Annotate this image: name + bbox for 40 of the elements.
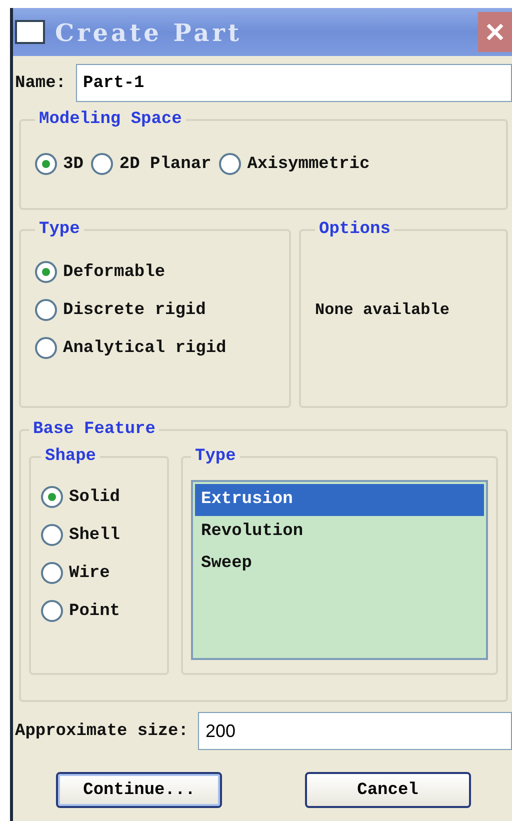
radio-option[interactable]: Solid (41, 486, 157, 508)
name-field[interactable]: Part-1 (76, 64, 512, 102)
options-text: None available (315, 301, 450, 319)
radio-option[interactable]: Deformable (35, 261, 275, 283)
close-button[interactable] (478, 12, 512, 52)
radio-option[interactable]: Analytical rigid (35, 337, 275, 359)
dialog-button[interactable]: Cancel (304, 772, 471, 808)
radio-button[interactable] (41, 524, 63, 546)
field-label: Approximate size: (15, 722, 188, 740)
window-title: Create Part (55, 18, 243, 46)
size-field[interactable]: 200 (198, 712, 512, 750)
radio-button[interactable] (35, 337, 57, 359)
group-title: Type (38, 220, 81, 239)
radio-option[interactable]: Discrete rigid (35, 299, 275, 321)
dialog-button[interactable]: Continue... (56, 772, 222, 808)
list-item[interactable]: Extrusion (195, 484, 484, 516)
radio-button[interactable] (91, 153, 114, 175)
radio-option[interactable]: Wire (41, 562, 157, 584)
radio-option[interactable]: 3D (35, 153, 84, 175)
radio-option[interactable]: Shell (41, 524, 157, 546)
group-title: Base Feature (32, 420, 156, 439)
field-label: Name: (15, 74, 66, 92)
list-item[interactable]: Sweep (195, 548, 484, 580)
close-icon (484, 21, 506, 43)
radio-button[interactable] (35, 299, 57, 321)
radio-button[interactable] (41, 562, 63, 584)
window-icon (15, 20, 45, 44)
group-title: Type (194, 447, 237, 466)
list-item[interactable]: Revolution (195, 516, 484, 548)
group-title: Shape (44, 447, 98, 466)
radio-option[interactable]: Point (41, 600, 157, 622)
radio-button[interactable] (35, 261, 57, 283)
radio-button[interactable] (41, 486, 63, 508)
radio-option[interactable]: 2D Planar (91, 153, 212, 175)
group-title: Modeling Space (38, 110, 183, 129)
radio-button[interactable] (41, 600, 63, 622)
radio-button[interactable] (35, 153, 57, 175)
group-title: Options (318, 220, 392, 239)
radio-button[interactable] (219, 153, 242, 175)
radio-option[interactable]: Axisymmetric (219, 153, 370, 175)
